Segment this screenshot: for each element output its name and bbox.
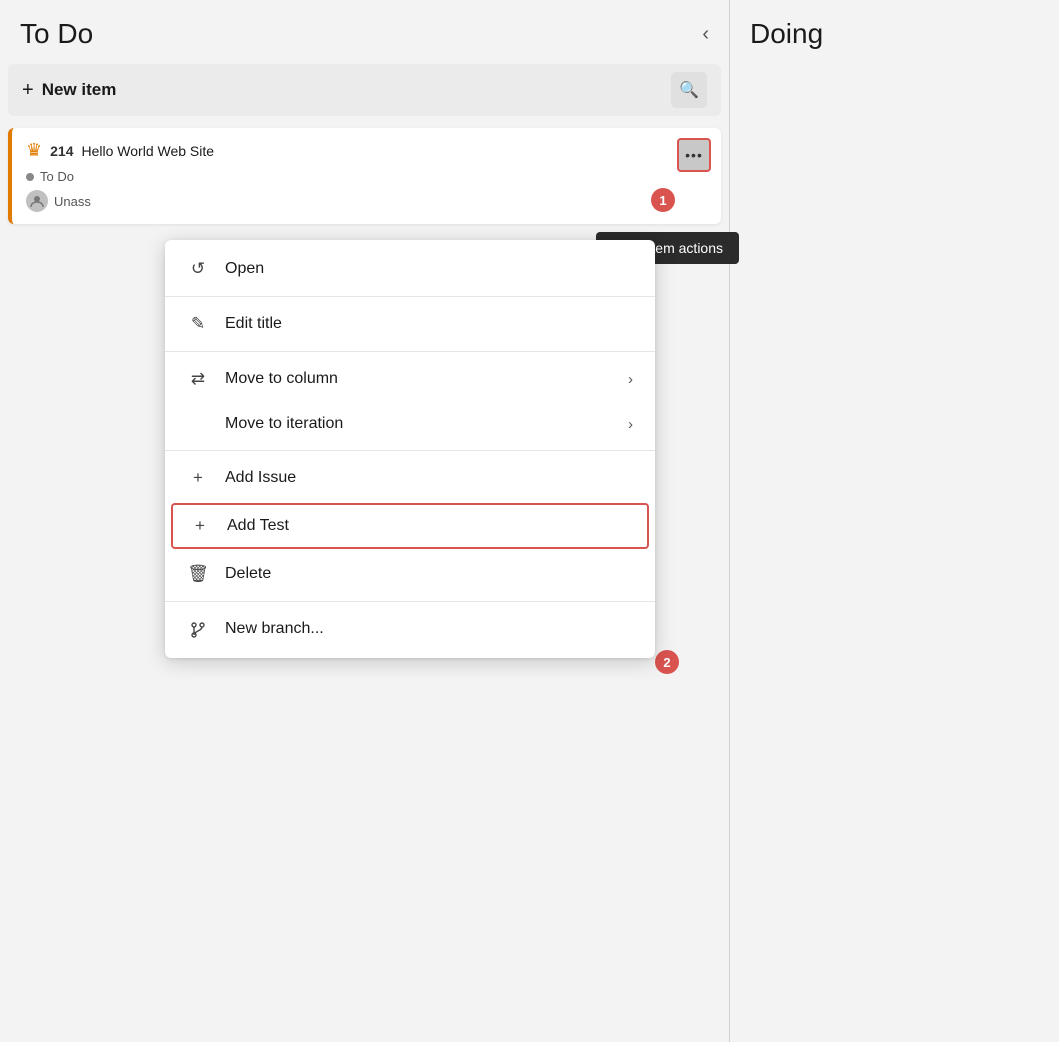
trash-icon: 🗑	[187, 564, 209, 584]
column-todo: To Do ‹ + New item 🔍 ♛ 214 Hello World W…	[0, 0, 730, 1042]
work-item-actions-button[interactable]: •••	[677, 138, 711, 172]
move-column-icon: ⇄	[187, 369, 209, 389]
menu-item-new-branch[interactable]: New branch...	[165, 606, 655, 652]
menu-divider-3	[165, 450, 655, 451]
menu-divider-2	[165, 351, 655, 352]
menu-label-delete: Delete	[225, 565, 633, 583]
menu-label-edit-title: Edit title	[225, 315, 633, 333]
work-item-card: ♛ 214 Hello World Web Site To Do U	[8, 128, 721, 224]
column-doing: Doing	[730, 0, 1059, 1042]
column-nav-icon[interactable]: ‹	[702, 23, 709, 46]
add-issue-icon: +	[187, 468, 209, 488]
new-item-label: New item	[42, 80, 117, 100]
status-dot-icon	[26, 173, 34, 181]
menu-label-add-test: Add Test	[227, 517, 631, 535]
new-item-bar: + New item 🔍	[8, 64, 721, 116]
context-menu: ↺ Open ✎ Edit title ⇄ Move to column › M…	[165, 240, 655, 658]
menu-label-new-branch: New branch...	[225, 620, 633, 638]
plus-icon: +	[22, 79, 34, 102]
menu-divider-1	[165, 296, 655, 297]
card-status: To Do	[26, 169, 707, 184]
menu-item-move-to-column[interactable]: ⇄ Move to column ›	[165, 356, 655, 402]
menu-item-open[interactable]: ↺ Open	[165, 246, 655, 292]
ellipsis-icon: •••	[685, 147, 703, 163]
search-icon: 🔍	[679, 80, 699, 100]
branch-icon	[187, 619, 209, 639]
menu-item-add-issue[interactable]: + Add Issue	[165, 455, 655, 501]
column-title-todo: To Do	[20, 18, 93, 50]
new-item-button[interactable]: + New item	[22, 79, 116, 102]
card-id: 214	[50, 143, 73, 159]
card-assignee: Unass	[26, 190, 707, 212]
badge-2: 2	[655, 650, 679, 674]
edit-icon: ✎	[187, 314, 209, 334]
menu-label-add-issue: Add Issue	[225, 469, 633, 487]
column-header-todo: To Do ‹	[0, 0, 729, 64]
search-button[interactable]: 🔍	[671, 72, 707, 108]
column-title-doing: Doing	[750, 18, 823, 50]
menu-item-add-test[interactable]: + Add Test	[171, 503, 649, 549]
card-status-label: To Do	[40, 169, 74, 184]
board-container: To Do ‹ + New item 🔍 ♛ 214 Hello World W…	[0, 0, 1059, 1042]
card-title: Hello World Web Site	[82, 143, 215, 159]
menu-label-open: Open	[225, 260, 633, 278]
menu-divider-4	[165, 601, 655, 602]
card-meta: To Do Unass	[26, 169, 707, 212]
avatar	[26, 190, 48, 212]
card-header: ♛ 214 Hello World Web Site	[26, 140, 707, 161]
column-header-doing: Doing	[730, 0, 1059, 64]
menu-label-move-to-iteration: Move to iteration	[225, 415, 612, 433]
badge-1: 1	[651, 188, 675, 212]
crown-icon: ♛	[26, 140, 42, 161]
chevron-right-icon-iteration: ›	[628, 416, 633, 433]
menu-label-move-to-column: Move to column	[225, 370, 612, 388]
menu-item-move-to-iteration[interactable]: Move to iteration ›	[165, 402, 655, 446]
add-test-icon: +	[189, 516, 211, 536]
menu-item-delete[interactable]: 🗑 Delete	[165, 551, 655, 597]
open-icon: ↺	[187, 259, 209, 279]
menu-item-edit-title[interactable]: ✎ Edit title	[165, 301, 655, 347]
card-assignee-label: Unass	[54, 194, 91, 209]
chevron-right-icon-column: ›	[628, 371, 633, 388]
